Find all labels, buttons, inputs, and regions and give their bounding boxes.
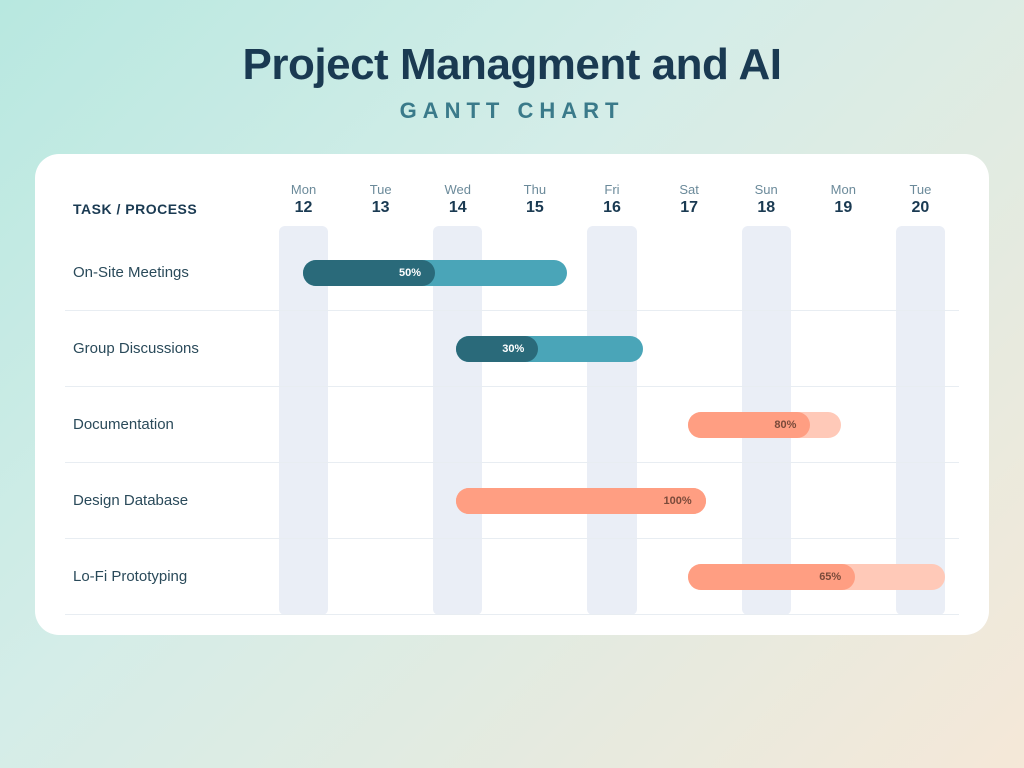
task-label: Lo-Fi Prototyping: [65, 568, 265, 585]
gantt-bar: 100%: [456, 488, 706, 514]
gantt-bar-progress: 80%: [688, 412, 810, 438]
gantt-card: TASK / PROCESS Mon12 Tue13 Wed14 Thu15 F…: [35, 154, 989, 635]
day-header: Sat17: [651, 182, 728, 235]
task-label: Group Discussions: [65, 340, 265, 357]
gantt-bar: 80%: [688, 412, 841, 438]
bar-track: 65%: [265, 539, 959, 614]
table-row: Lo-Fi Prototyping 65%: [65, 539, 959, 615]
gantt-rows: On-Site Meetings 50% Group Discussions 3…: [65, 235, 959, 615]
gantt-bar: 30%: [456, 336, 643, 362]
task-label: Design Database: [65, 492, 265, 509]
header-row: TASK / PROCESS Mon12 Tue13 Wed14 Thu15 F…: [65, 182, 959, 235]
page-subtitle: GANTT CHART: [35, 98, 989, 124]
gantt-bar-progress: 65%: [688, 564, 855, 590]
bar-track: 80%: [265, 387, 959, 462]
day-header: Thu15: [496, 182, 573, 235]
bar-track: 30%: [265, 311, 959, 386]
table-row: On-Site Meetings 50%: [65, 235, 959, 311]
day-header: Mon19: [805, 182, 882, 235]
day-header: Tue13: [342, 182, 419, 235]
gantt-bar: 50%: [303, 260, 567, 286]
task-header-label: TASK / PROCESS: [65, 182, 265, 235]
gantt-bar-progress: 50%: [303, 260, 435, 286]
page-title: Project Managment and AI: [35, 40, 989, 90]
gantt-bar: 65%: [688, 564, 945, 590]
day-header: Fri16: [573, 182, 650, 235]
bar-track: 100%: [265, 463, 959, 538]
table-row: Group Discussions 30%: [65, 311, 959, 387]
task-label: On-Site Meetings: [65, 264, 265, 281]
table-row: Documentation 80%: [65, 387, 959, 463]
gantt-bar-progress: 30%: [456, 336, 538, 362]
day-header: Wed14: [419, 182, 496, 235]
task-label: Documentation: [65, 416, 265, 433]
day-header: Mon12: [265, 182, 342, 235]
day-header: Tue20: [882, 182, 959, 235]
gantt-bar-progress: 100%: [456, 488, 706, 514]
day-header: Sun18: [728, 182, 805, 235]
bar-track: 50%: [265, 235, 959, 310]
table-row: Design Database 100%: [65, 463, 959, 539]
